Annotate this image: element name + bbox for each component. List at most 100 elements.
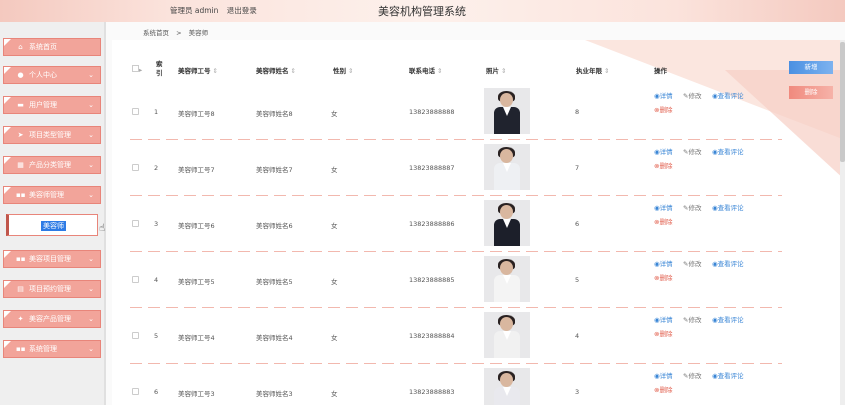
header-ops: 操作 [654,67,667,75]
sidebar: ⌂ 系统首页 ● 个人中心 ⌄ ▬ 用户管理 ⌄ ➤ 项目类型管理 ⌄ ▦ 产品分类管理 ⌄ ▪▪ 美容师管理… [0,22,106,405]
header-phone[interactable]: 联系电话 ⇕ [409,65,442,75]
sort-icon[interactable]: ⇕ [213,67,218,75]
detail-label: 详情 [659,316,673,324]
sidebar-item-6[interactable]: ▪▪ 美容师管理 ⌄ [3,186,101,204]
edit-button[interactable]: ✎修改 [683,146,701,156]
corner-decoration [4,97,11,104]
sidebar-item-1[interactable]: ⌂ 系统首页 [3,38,101,56]
view-reviews-button[interactable]: ◉查看评论 [712,90,744,100]
sidebar-item-label: 美容项目管理 [29,255,71,263]
row-checkbox[interactable] [132,164,139,171]
beautician-photo [484,312,530,358]
row-checkbox[interactable] [132,276,139,283]
edit-button[interactable]: ✎修改 [683,90,701,100]
header-index: 索引 [156,60,163,77]
header-name-label: 美容师姓名 [256,67,289,75]
sidebar-item-4[interactable]: ➤ 项目类型管理 ⌄ [3,126,101,144]
sidebar-item-5[interactable]: ▦ 产品分类管理 ⌄ [3,156,101,174]
corner-decoration [4,39,11,46]
delete-label: 删除 [659,162,673,170]
chevron-down-icon: ⌄ [88,101,94,109]
row-delete-button[interactable]: ⊗删除 [654,384,672,394]
cell-years: 4 [575,332,580,340]
sidebar-item-10[interactable]: ▪▪ 系统管理 ⌄ [3,340,101,358]
row-checkbox[interactable] [132,108,139,115]
delete-label: 删除 [659,274,673,282]
cell-gender: 女 [331,222,338,230]
corner-decoration [4,311,11,318]
edit-button[interactable]: ✎修改 [683,314,701,324]
sort-icon[interactable]: ⇕ [437,67,442,75]
chevron-down-icon: ⌄ [88,345,94,353]
grid-icon: ▪▪ [16,255,26,263]
breadcrumb-home[interactable]: 系统首页 [143,29,169,37]
row-checkbox[interactable] [132,220,139,227]
review-label: 查看评论 [717,204,744,212]
header-photo-label: 照片 [486,67,499,75]
row-delete-button[interactable]: ⊗删除 [654,216,672,226]
row-delete-button[interactable]: ⊗删除 [654,104,672,114]
add-button[interactable]: 新增 [789,61,833,74]
detail-button[interactable]: ◉详情 [654,370,673,380]
delete-button[interactable]: 删除 [789,86,833,99]
cell-name: 美容师姓名5 [256,278,293,286]
cell-id: 美容师工号5 [178,278,215,286]
sidebar-item-3[interactable]: ▬ 用户管理 ⌄ [3,96,101,114]
sidebar-item-8[interactable]: ▤ 项目预约管理 ⌄ [3,280,101,298]
row-checkbox[interactable] [132,332,139,339]
submenu-beautician[interactable]: 美容师 ☝ [6,214,105,236]
user-icon: ● [17,71,24,79]
sort-icon[interactable]: ⇕ [501,67,506,75]
header-gender[interactable]: 性别 ⇕ [333,65,353,75]
header-id[interactable]: 美容师工号 ⇕ [178,65,218,75]
sort-icon[interactable]: ⇕ [348,67,353,75]
edit-button[interactable]: ✎修改 [683,258,701,268]
detail-button[interactable]: ◉详情 [654,202,673,212]
sidebar-item-2[interactable]: ● 个人中心 ⌄ [3,66,101,84]
scrollbar[interactable] [840,40,845,405]
view-reviews-button[interactable]: ◉查看评论 [712,258,744,268]
view-reviews-button[interactable]: ◉查看评论 [712,370,744,380]
detail-label: 详情 [659,260,673,268]
sidebar-item-label: 项目类型管理 [29,131,71,139]
row-delete-button[interactable]: ⊗删除 [654,160,672,170]
select-all-checkbox[interactable]: ▸ [132,65,142,74]
detail-button[interactable]: ◉详情 [654,146,673,156]
beautician-photo [484,144,530,190]
breadcrumb: 系统首页 > 美容师 [143,27,213,37]
cell-id: 美容师工号7 [178,166,215,174]
logout-link[interactable]: 退出登录 [227,6,257,15]
cell-gender: 女 [331,390,338,398]
sidebar-item-9[interactable]: ✦ 美容产品管理 ⌄ [3,310,101,328]
table-row: 5 美容师工号4 美容师姓名4 女 13823888884 4 ◉详情 ✎修改 ◉查看评论 ⊗删除 [112,308,782,364]
sidebar-item-label: 项目预约管理 [29,285,71,293]
row-delete-button[interactable]: ⊗删除 [654,272,672,282]
header-years[interactable]: 执业年限 ⇕ [576,65,609,75]
cell-phone: 13823888883 [409,388,455,396]
row-delete-button[interactable]: ⊗删除 [654,328,672,338]
detail-button[interactable]: ◉详情 [654,258,673,268]
edit-button[interactable]: ✎修改 [683,202,701,212]
sidebar-item-7[interactable]: ▪▪ 美容项目管理 ⌄ [3,250,101,268]
sort-icon[interactable]: ⇕ [291,67,296,75]
view-reviews-button[interactable]: ◉查看评论 [712,314,744,324]
scrollbar-thumb[interactable] [840,42,845,162]
header-name[interactable]: 美容师姓名 ⇕ [256,65,296,75]
view-reviews-button[interactable]: ◉查看评论 [712,146,744,156]
review-label: 查看评论 [717,260,744,268]
view-reviews-button[interactable]: ◉查看评论 [712,202,744,212]
sort-icon[interactable]: ⇕ [604,67,609,75]
cell-gender: 女 [331,278,338,286]
cell-id: 美容师工号8 [178,110,215,118]
cell-phone: 13823888886 [409,220,455,228]
submenu-item-beautician[interactable]: 美容师 [41,221,66,231]
edit-button[interactable]: ✎修改 [683,370,701,380]
header-photo[interactable]: 照片 ⇕ [486,65,506,75]
detail-label: 详情 [659,372,673,380]
review-label: 查看评论 [717,372,744,380]
cell-index: 3 [154,220,159,228]
row-checkbox[interactable] [132,388,139,395]
beautician-photo [484,88,530,134]
detail-button[interactable]: ◉详情 [654,314,673,324]
detail-button[interactable]: ◉详情 [654,90,673,100]
